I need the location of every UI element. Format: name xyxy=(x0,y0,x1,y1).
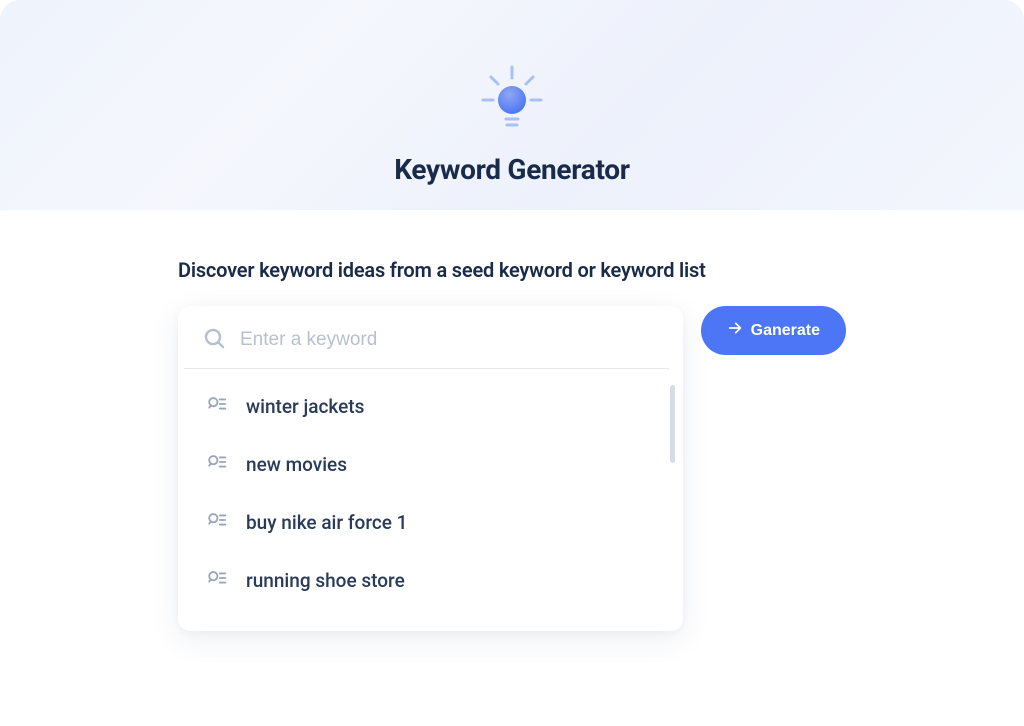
suggestion-text: buy nike air force 1 xyxy=(246,511,407,534)
page-container: Keyword Generator Discover keyword ideas… xyxy=(0,0,1024,726)
lightbulb-icon xyxy=(477,65,547,135)
search-icon xyxy=(202,326,226,354)
arrow-right-icon xyxy=(727,320,743,341)
suggestion-item[interactable]: winter jackets xyxy=(198,377,669,435)
content-section: Discover keyword ideas from a seed keywo… xyxy=(0,210,1024,631)
search-input-wrapper xyxy=(184,320,669,369)
scrollbar-thumb[interactable] xyxy=(670,385,675,463)
generate-button[interactable]: Ganerate xyxy=(701,306,846,355)
suggestions-list: winter jackets xyxy=(178,377,683,609)
page-title: Keyword Generator xyxy=(394,153,629,186)
search-row: winter jackets xyxy=(178,306,846,631)
suggestion-item[interactable]: buy nike air force 1 xyxy=(198,493,669,551)
suggestion-text: running shoe store xyxy=(246,569,405,592)
hero-section: Keyword Generator xyxy=(0,0,1024,210)
suggestion-text: new movies xyxy=(246,453,347,476)
search-input[interactable] xyxy=(240,329,651,351)
search-card: winter jackets xyxy=(178,306,683,631)
suggestion-item[interactable]: new movies xyxy=(198,435,669,493)
search-list-icon xyxy=(206,567,228,593)
subtitle: Discover keyword ideas from a seed keywo… xyxy=(178,258,846,282)
generate-button-label: Ganerate xyxy=(751,322,820,340)
search-list-icon xyxy=(206,451,228,477)
search-list-icon xyxy=(206,509,228,535)
search-list-icon xyxy=(206,393,228,419)
suggestion-text: winter jackets xyxy=(246,395,364,418)
suggestion-item[interactable]: running shoe store xyxy=(198,551,669,609)
